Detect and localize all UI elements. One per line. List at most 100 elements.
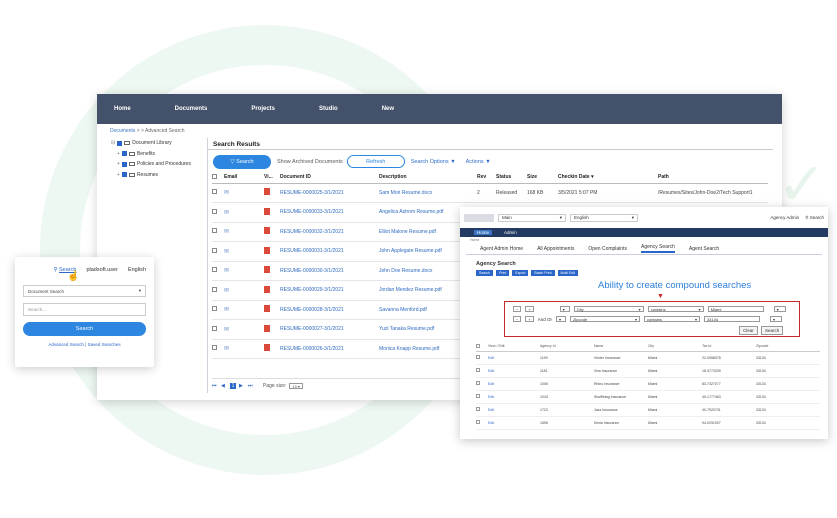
row-checkbox[interactable] [476,351,488,365]
agency-nav-home[interactable]: Home [474,230,493,235]
row-checkbox[interactable] [212,202,224,223]
select-all-checkbox[interactable] [476,342,488,352]
row-checkbox[interactable] [212,339,224,359]
document-type-icon[interactable] [264,300,280,320]
tree-item-policies[interactable]: + Policies and Procedures [109,159,202,170]
column-header[interactable]: Rev [477,172,496,184]
row-checkbox[interactable] [212,241,224,262]
tab-agent-admin-home[interactable]: Agent Admin Home [480,246,523,252]
advanced-saved-links[interactable]: Advanced Search | Saved Searches [15,342,154,347]
document-type-icon[interactable] [264,202,280,223]
document-type-icon[interactable] [264,319,280,340]
show-archived-link[interactable]: Show Archived Documents [277,159,343,165]
column-header[interactable]: City [648,342,702,352]
expand-icon[interactable]: + [117,151,120,157]
column-header[interactable]: Agency Id [540,342,594,352]
document-id-link[interactable]: RESUME-0000031-3/1/2021 [280,241,379,262]
column-header[interactable]: Checkin Date ▾ [558,172,658,184]
column-header[interactable]: Email [224,172,264,184]
column-header[interactable]: Path [658,172,768,184]
nav-home[interactable]: Home [114,106,131,112]
agency-export-button[interactable]: Export [512,270,529,276]
paren-close-select[interactable]: ▾ [773,306,786,312]
checkbox[interactable] [121,172,127,178]
document-id-link[interactable]: RESUME-0000032-3/1/2021 [280,222,379,242]
document-id-link[interactable]: RESUME-0000028-3/1/2021 [280,300,379,320]
value-input[interactable]: 33134 [703,316,760,322]
minus-button[interactable]: − [513,306,522,312]
email-icon[interactable]: ✉ [224,222,264,242]
column-header[interactable]: Name [594,342,648,352]
row-checkbox[interactable] [212,300,224,320]
site-select[interactable]: Main ▾ [498,213,566,222]
tab-open-complaints[interactable]: Open Complaints [588,246,627,252]
document-type-icon[interactable] [264,261,280,281]
minus-button[interactable]: − [513,316,522,322]
operator-select[interactable]: contains ▾ [643,316,700,322]
search-options-dropdown[interactable]: Search Options ▼ [411,159,456,165]
table-row[interactable]: Edit 1181 Viva Insurance Miami 18-3773339 331… [476,364,820,378]
document-id-link[interactable]: RESUME-0000027-3/1/2021 [280,319,379,340]
search-input[interactable]: Search... [23,303,146,316]
prev-page-icon[interactable]: ◀ [221,383,227,389]
edit-link[interactable]: Edit [488,416,540,430]
plus-button[interactable]: + [525,306,534,312]
field-select[interactable]: City ▾ [573,306,644,312]
checkbox[interactable] [117,140,123,146]
column-header[interactable]: Zipcode [756,342,820,352]
email-icon[interactable]: ✉ [224,261,264,281]
page-size-select[interactable]: 15 ▾ [289,383,303,389]
search-button[interactable]: ▽ Search [213,154,271,169]
first-page-icon[interactable]: ⏮ [212,383,218,389]
username[interactable]: pladsoft.user [86,267,118,273]
table-row[interactable]: Edit 1043 Shuffletag Insurance Miami 40-1777… [476,390,820,404]
column-header[interactable]: Size [527,172,558,184]
row-checkbox[interactable] [212,222,224,242]
email-icon[interactable]: ✉ [224,202,264,223]
email-icon[interactable]: ✉ [224,280,264,301]
row-checkbox[interactable] [212,319,224,340]
row-checkbox[interactable] [212,261,224,281]
tab-all-appointments[interactable]: All Appointments [537,246,574,252]
field-select[interactable]: Zipcode ▾ [569,316,640,322]
checkbox[interactable] [121,161,127,167]
table-row[interactable]: ✉ RESUME-0000025-3/1/2021 Sam Mori Resume.… [212,183,768,203]
value-input[interactable]: Miami [707,306,764,312]
email-icon[interactable]: ✉ [224,241,264,262]
expand-icon[interactable]: + [117,172,120,178]
column-header[interactable]: Status [496,172,527,184]
table-row[interactable]: Edit 1723 Jazz Insurance Miami 40-7520731 331… [476,403,820,417]
document-type-icon[interactable] [264,339,280,359]
nav-projects[interactable]: Projects [251,106,275,112]
document-search-select[interactable]: Document Search ▾ [23,285,146,297]
column-header[interactable]: Description [379,172,477,184]
agency-print-button[interactable]: Print [496,270,510,276]
nav-new[interactable]: New [382,106,394,112]
email-icon[interactable]: ✉ [224,319,264,340]
language-select[interactable]: English ▾ [570,213,638,222]
agency-batch-print-button[interactable]: Batch Print [531,270,555,276]
edit-link[interactable]: Edit [488,351,540,365]
document-id-link[interactable]: RESUME-0000029-3/1/2021 [280,280,379,301]
row-checkbox[interactable] [476,364,488,378]
column-header[interactable]: View / Edit [488,342,540,352]
paren-select[interactable]: ▾ [559,306,570,312]
criteria-search-button[interactable]: Search [761,326,784,335]
document-type-icon[interactable] [264,222,280,242]
expand-icon[interactable]: + [117,161,120,167]
row-checkbox[interactable] [212,183,224,203]
document-id-link[interactable]: RESUME-0000033-3/1/2021 [280,202,379,223]
table-row[interactable]: Edit 1006 Rhino Insurance Miami 83-7327077 33… [476,377,820,391]
tree-item-document-library[interactable]: ⊟ Document Library [109,138,202,149]
paren-close-select[interactable]: ▾ [769,316,782,322]
document-id-link[interactable]: RESUME-0000030-3/1/2021 [280,261,379,281]
agency-search-button[interactable]: Search [476,270,494,276]
column-header[interactable]: Document ID [280,172,379,184]
column-header[interactable]: Vi... [264,172,280,184]
document-type-icon[interactable] [264,183,280,203]
select-all-checkbox[interactable] [212,172,224,184]
description-link[interactable]: Sam Mori Resume.docx [379,183,477,203]
agency-multi-edit-button[interactable]: Multi Edit [557,270,578,276]
row-checkbox[interactable] [212,280,224,301]
operator-select[interactable]: contains ▾ [647,306,704,312]
